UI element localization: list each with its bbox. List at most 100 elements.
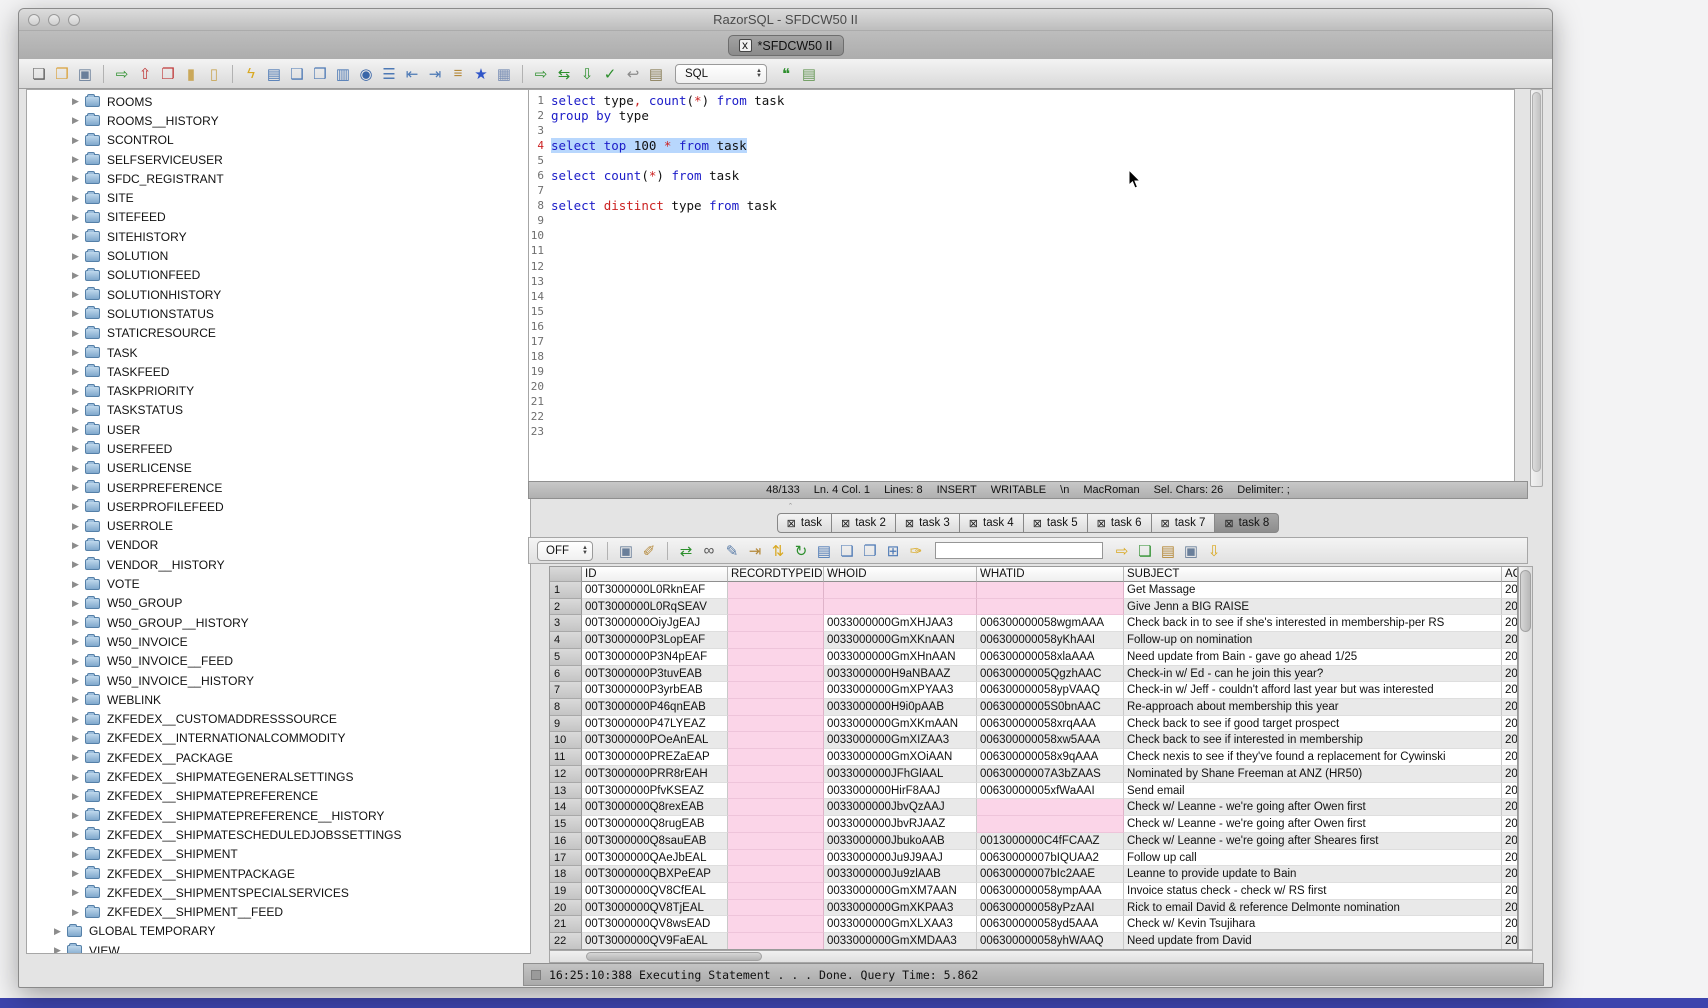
grid-vertical-scrollbar[interactable] <box>1518 566 1533 950</box>
tree-item[interactable]: ▶VOTE <box>27 574 530 593</box>
column-header[interactable]: SUBJECT <box>1124 567 1502 582</box>
editor-line[interactable]: 5 <box>529 153 1514 168</box>
tree-item[interactable]: ▶TASKPRIORITY <box>27 381 530 400</box>
table-row[interactable]: 100T3000000L0RknEAFGet Massage200 <box>550 582 1517 599</box>
table-row[interactable]: 1700T3000000QAeJbEAL0033000000Ju9J9AAJ00… <box>550 850 1517 867</box>
column-header[interactable]: ID <box>582 567 728 582</box>
table-cell[interactable] <box>728 833 824 850</box>
table-row[interactable]: 2000T3000000QV8TjEAL0033000000GmXKPAA300… <box>550 900 1517 917</box>
clipboard-icon[interactable]: ▤ <box>646 64 666 84</box>
editor-line[interactable]: 21 <box>529 394 1514 409</box>
tree-item[interactable]: ▶ZKFEDEX__SHIPMENT <box>27 845 530 864</box>
table-cell[interactable]: 200 <box>1502 883 1518 900</box>
table-row[interactable]: 1300T3000000PfvKSEAZ0033000000HirF8AAJ00… <box>550 783 1517 800</box>
page-icon[interactable]: ❏ <box>837 541 857 561</box>
table-cell[interactable]: Leanne to provide update to Bain <box>1124 866 1502 883</box>
import-data-icon[interactable]: ⇨ <box>112 64 132 84</box>
checklist-icon[interactable]: ▤ <box>814 541 834 561</box>
disclosure-triangle-icon[interactable]: ▶ <box>70 251 81 262</box>
save-icon[interactable]: ▣ <box>75 64 95 84</box>
open-file-icon[interactable]: ❒ <box>52 64 72 84</box>
disclosure-triangle-icon[interactable]: ▶ <box>70 579 81 590</box>
table-cell[interactable]: 0033000000H9aNBAAZ <box>824 666 977 683</box>
table-cell[interactable] <box>977 816 1124 833</box>
table-cell[interactable]: Check w/ Leanne - we're going after Owen… <box>1124 799 1502 816</box>
edit-results-icon[interactable]: ✎ <box>722 541 742 561</box>
export-results-icon[interactable]: ❏ <box>1135 541 1155 561</box>
table-cell[interactable]: 00T3000000POeAnEAL <box>582 732 728 749</box>
editor-line[interactable]: 8select distinct type from task <box>529 198 1514 213</box>
close-tab-icon[interactable]: ⊠ <box>1224 517 1233 530</box>
tree-item[interactable]: ▶SITEFEED <box>27 208 530 227</box>
table-cell[interactable]: 00T3000000P3tuvEAB <box>582 666 728 683</box>
db-tools-icon[interactable]: ◉ <box>356 64 376 84</box>
result-tab[interactable]: ⊠task 2 <box>832 513 896 533</box>
disclosure-triangle-icon[interactable]: ▶ <box>70 463 81 474</box>
tree-item[interactable]: ▶USER <box>27 420 530 439</box>
table-cell[interactable]: 00T3000000PRR8rEAH <box>582 766 728 783</box>
table-cell[interactable]: 200 <box>1502 732 1518 749</box>
table-cell[interactable]: Follow up call <box>1124 850 1502 867</box>
table-cell[interactable] <box>728 900 824 917</box>
save-grid-icon[interactable]: ▣ <box>1181 541 1201 561</box>
tree-item[interactable]: ▶ZKFEDEX__SHIPMATEPREFERENCE <box>27 787 530 806</box>
export-data-icon[interactable]: ⇧ <box>135 64 155 84</box>
rotate-results-icon[interactable]: ↻ <box>791 541 811 561</box>
splitter-handle[interactable]: ˆ <box>786 504 796 510</box>
disclosure-triangle-icon[interactable]: ▶ <box>70 424 81 435</box>
commit-icon[interactable]: ✓ <box>600 64 620 84</box>
tree-item[interactable]: ▶TASKSTATUS <box>27 401 530 420</box>
tree-item[interactable]: ▶ZKFEDEX__SHIPMENTPACKAGE <box>27 864 530 883</box>
table-cell[interactable]: 0033000000GmXHnAAN <box>824 649 977 666</box>
editor-line[interactable]: 9 <box>529 213 1514 228</box>
table-cell[interactable]: 00T3000000Q8rexEAB <box>582 799 728 816</box>
tree-item[interactable]: ▶SOLUTIONSTATUS <box>27 304 530 323</box>
table-cell[interactable]: 0033000000Ju9J9AAJ <box>824 850 977 867</box>
table-cell[interactable] <box>977 799 1124 816</box>
table-cell[interactable]: 0033000000JbvQzAAJ <box>824 799 977 816</box>
column-header[interactable]: WHATID <box>977 567 1124 582</box>
table-row[interactable]: 1000T3000000POeAnEAL0033000000GmXIZAA300… <box>550 732 1517 749</box>
column-header[interactable]: RECORDTYPEID <box>728 567 824 582</box>
result-tab[interactable]: ⊠task 3 <box>896 513 960 533</box>
table-cell[interactable]: Check w/ Kevin Tsujihara <box>1124 916 1502 933</box>
table-cell[interactable]: 006300000058xw5AAA <box>977 732 1124 749</box>
disclosure-triangle-icon[interactable]: ▶ <box>70 443 81 454</box>
disclosure-triangle-icon[interactable]: ▶ <box>52 945 63 954</box>
table-cell[interactable]: 00T3000000P3yrbEAB <box>582 682 728 699</box>
editor-line[interactable]: 11 <box>529 243 1514 258</box>
table-cell[interactable]: Check back to see if good target prospec… <box>1124 716 1502 733</box>
db-object-icon[interactable]: ▯ <box>204 64 224 84</box>
table-cell[interactable]: Rick to email David & reference Delmonte… <box>1124 900 1502 917</box>
table-cell[interactable]: 00T3000000PREZaEAP <box>582 749 728 766</box>
copy-results-icon[interactable]: ❐ <box>860 541 880 561</box>
align-left-icon[interactable]: ⇤ <box>402 64 422 84</box>
list-objects-icon[interactable]: ☰ <box>379 64 399 84</box>
disclosure-triangle-icon[interactable]: ▶ <box>70 887 81 898</box>
table-cell[interactable]: 006300000058ympAAA <box>977 883 1124 900</box>
swap-connection-icon[interactable]: ⇆ <box>554 64 574 84</box>
disclosure-triangle-icon[interactable]: ▶ <box>70 135 81 146</box>
tree-item[interactable]: ▶ROOMS <box>27 92 530 111</box>
table-row[interactable]: 500T3000000P3N4pEAF0033000000GmXHnAAN006… <box>550 649 1517 666</box>
editor-line[interactable]: 7 <box>529 183 1514 198</box>
grid-horizontal-scrollbar[interactable] <box>549 950 1533 963</box>
disclosure-triangle-icon[interactable]: ▶ <box>70 289 81 300</box>
editor-line[interactable]: 10 <box>529 228 1514 243</box>
tree-item[interactable]: ▶SCONTROL <box>27 131 530 150</box>
table-cell[interactable]: 200 <box>1502 916 1518 933</box>
table-cell[interactable]: 200 <box>1502 632 1518 649</box>
table-cell[interactable] <box>728 682 824 699</box>
table-cell[interactable] <box>977 599 1124 616</box>
disclosure-triangle-icon[interactable]: ▶ <box>70 308 81 319</box>
format-sql-icon[interactable]: ≡ <box>448 64 468 84</box>
disclosure-triangle-icon[interactable]: ▶ <box>70 772 81 783</box>
describe-table-icon[interactable]: ▤ <box>264 64 284 84</box>
table-cell[interactable]: 0033000000GmXMDAA3 <box>824 933 977 950</box>
table-cell[interactable] <box>728 866 824 883</box>
table-cell[interactable]: 0033000000GmXPYAA3 <box>824 682 977 699</box>
tree-item[interactable]: ▶ZKFEDEX__CUSTOMADDRESSSOURCE <box>27 710 530 729</box>
table-cell[interactable]: 200 <box>1502 582 1518 599</box>
close-tab-icon[interactable]: ⊠ <box>969 517 978 530</box>
table-row[interactable]: 300T3000000OiyJgEAJ0033000000GmXHJAA3006… <box>550 615 1517 632</box>
